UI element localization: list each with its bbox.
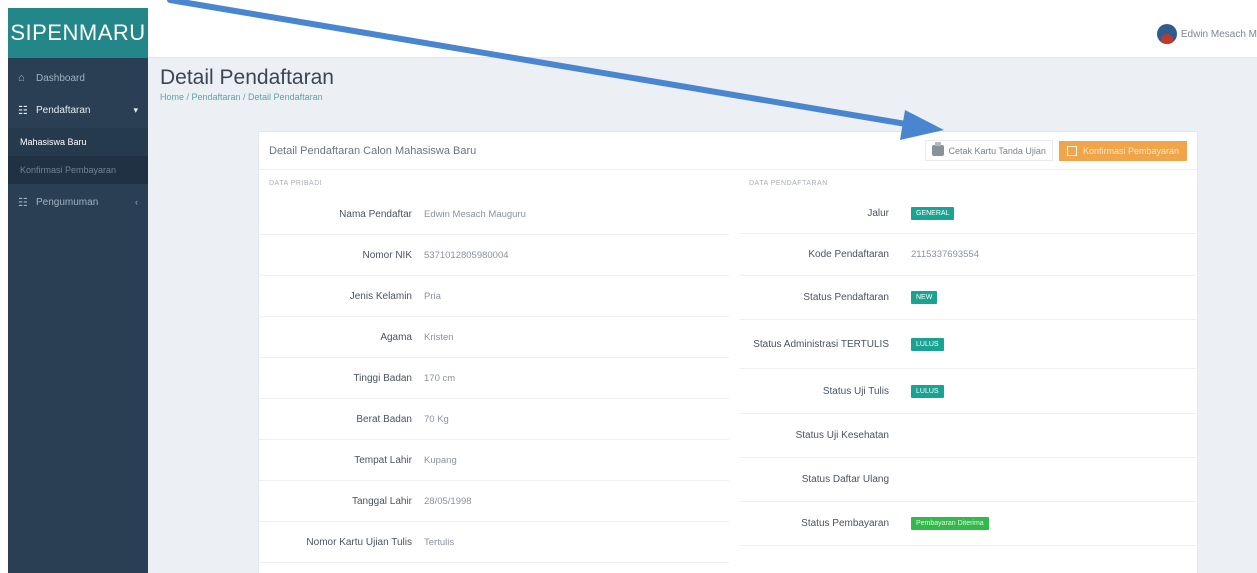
avatar	[1156, 24, 1177, 44]
topbar: Edwin Mesach M	[148, 8, 1257, 58]
confirm-payment-button[interactable]: Konfirmasi Pembayaran	[1058, 140, 1187, 161]
user-menu[interactable]: Edwin Mesach M	[1156, 24, 1257, 44]
sidebar: SIPENMARU ⌂ Dashboard ☷ Pendaftaran ▾ Ma…	[8, 8, 148, 573]
detail-row: Kode Pendaftaran 2115337693554	[739, 234, 1199, 276]
field-label: Status Pendaftaran	[803, 292, 889, 303]
section-label: DATA PRIBADI	[269, 180, 323, 187]
page-title: Detail Pendaftaran	[160, 66, 334, 89]
detail-row: Nomor NIK 5371012805980004	[259, 235, 729, 276]
chevron-right-icon: ‹	[135, 197, 138, 207]
field-label: Status Administrasi TERTULIS	[753, 338, 889, 350]
print-exam-card-label: Cetak Kartu Tanda Ujian	[948, 145, 1046, 156]
detail-row: Status Pendaftaran NEW	[739, 276, 1199, 320]
detail-row: Nomor Kartu Ujian Tulis Tertulis	[259, 522, 729, 563]
chevron-down-icon: ▾	[133, 104, 138, 115]
detail-row: Tinggi Badan 170 cm	[259, 358, 729, 399]
detail-row: Status Daftar Ulang	[739, 458, 1199, 502]
detail-row: Jenis Kelamin Pria	[259, 276, 729, 317]
detail-row: Nama Pendaftar Edwin Mesach Mauguru	[259, 194, 729, 235]
status-badge: NEW	[911, 291, 938, 304]
sidebar-item-label: Pengumuman	[36, 196, 99, 208]
field-value: Edwin Mesach Mauguru	[424, 208, 526, 220]
sidebar-submenu: Mahasiswa Baru Konfirmasi Pembayaran	[8, 128, 148, 184]
app-window: SIPENMARU ⌂ Dashboard ☷ Pendaftaran ▾ Ma…	[8, 8, 1257, 573]
field-label: Tempat Lahir	[354, 454, 412, 466]
field-label: Jalur	[867, 208, 889, 219]
field-value: Tertulis	[424, 536, 455, 548]
field-label: Kode Pendaftaran	[808, 249, 889, 260]
user-name: Edwin Mesach M	[1180, 28, 1257, 40]
detail-row: Status Uji Kesehatan	[739, 414, 1199, 458]
field-value: 2115337693554	[911, 249, 979, 260]
page-header: Detail Pendaftaran Home / Pendaftaran / …	[160, 66, 334, 102]
print-exam-card-button[interactable]: Cetak Kartu Tanda Ujian	[924, 140, 1053, 161]
field-value: 28/05/1998	[424, 495, 472, 507]
field-label: Nomor Kartu Ujian Tulis	[306, 536, 412, 548]
field-label: Tanggal Lahir	[351, 495, 412, 507]
field-label: Jenis Kelamin	[349, 290, 412, 302]
field-value: 5371012805980004	[424, 249, 509, 261]
card-title: Detail Pendaftaran Calon Mahasiswa Baru	[269, 144, 477, 157]
sidebar-item-label: Pendaftaran	[36, 104, 91, 116]
detail-row: Status Administrasi TERTULIS LULUS	[739, 320, 1199, 369]
status-badge: LULUS	[911, 384, 944, 398]
field-label: Tinggi Badan	[353, 372, 412, 384]
field-value: Pria	[424, 290, 441, 302]
detail-row: Tempat Lahir Kupang	[259, 440, 729, 481]
sidebar-item-konfirmasi-pembayaran[interactable]: Konfirmasi Pembayaran	[8, 156, 148, 184]
field-value: 70 Kg	[424, 413, 449, 425]
detail-row: Berat Badan 70 Kg	[259, 399, 729, 440]
field-value: Kristen	[424, 331, 454, 343]
field-label: Nama Pendaftar	[339, 208, 412, 220]
detail-row: Jalur GENERAL	[739, 194, 1199, 234]
confirm-payment-label: Konfirmasi Pembayaran	[1082, 145, 1179, 156]
field-label: Status Daftar Ulang	[801, 474, 889, 485]
card-header: Detail Pendaftaran Calon Mahasiswa Baru …	[259, 132, 1197, 170]
status-badge: LULUS	[911, 337, 944, 351]
registration-data-section: DATA PENDAFTARAN Jalur GENERAL Kode Penda…	[739, 180, 1199, 546]
status-badge: Pembayaran Diterima	[911, 517, 989, 530]
field-value: Kupang	[424, 454, 457, 466]
detail-row: Status Uji Tulis LULUS	[739, 369, 1199, 414]
sidebar-item-dashboard[interactable]: ⌂ Dashboard	[8, 64, 148, 92]
field-label: Nomor NIK	[362, 249, 412, 261]
sidebar-item-pendaftaran[interactable]: ☷ Pendaftaran ▾	[8, 92, 148, 128]
users-icon: ☷	[18, 104, 28, 117]
detail-row: Agama Kristen	[259, 317, 729, 358]
sidebar-item-label: Dashboard	[36, 72, 85, 84]
field-label: Status Uji Kesehatan	[795, 430, 889, 441]
detail-row: Status Pembayaran Pembayaran Diterima	[739, 502, 1199, 546]
printer-icon	[931, 142, 944, 156]
users-icon: ☷	[18, 196, 28, 209]
card-actions: Cetak Kartu Tanda Ujian Konfirmasi Pemba…	[924, 140, 1187, 161]
home-icon: ⌂	[18, 72, 25, 84]
field-label: Agama	[380, 331, 412, 343]
check-square-icon	[1066, 145, 1077, 156]
field-label: Status Uji Tulis	[822, 385, 889, 397]
sidebar-item-mahasiswa-baru[interactable]: Mahasiswa Baru	[8, 128, 148, 156]
detail-row: Tanggal Lahir 28/05/1998	[259, 481, 729, 522]
personal-data-section: DATA PRIBADI Nama Pendaftar Edwin Mesach …	[259, 180, 729, 563]
field-value: 170 cm	[424, 372, 456, 384]
breadcrumb[interactable]: Home / Pendaftaran / Detail Pendaftaran	[160, 92, 334, 102]
status-badge: GENERAL	[911, 207, 955, 220]
brand-logo[interactable]: SIPENMARU	[8, 8, 148, 58]
field-label: Berat Badan	[356, 413, 412, 425]
field-label: Status Pembayaran	[801, 518, 889, 529]
section-label: DATA PENDAFTARAN	[749, 180, 828, 187]
sidebar-item-pengumuman[interactable]: ☷ Pengumuman ‹	[8, 184, 148, 220]
detail-card: Detail Pendaftaran Calon Mahasiswa Baru …	[258, 131, 1199, 573]
